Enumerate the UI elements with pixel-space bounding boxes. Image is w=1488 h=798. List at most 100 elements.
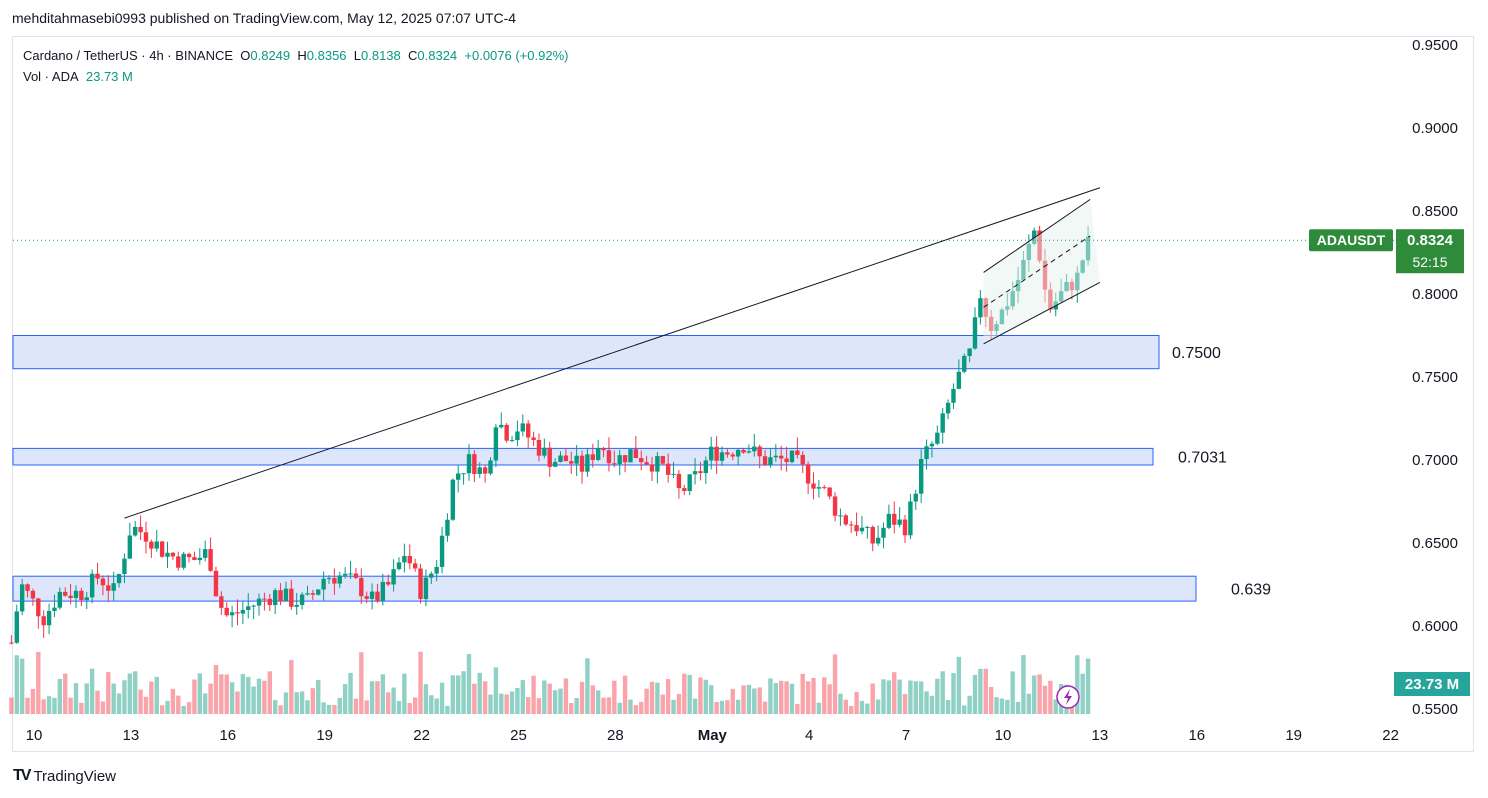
- candle-body: [353, 573, 359, 578]
- volume-bar: [854, 691, 859, 714]
- x-tick-label: 22: [413, 727, 430, 744]
- candle-body: [165, 552, 170, 557]
- volume-bar: [762, 701, 768, 714]
- volume-bar: [822, 677, 827, 714]
- volume-bar: [703, 679, 709, 714]
- volume-bar: [299, 691, 305, 714]
- volume-bar: [240, 673, 246, 714]
- candle-body: [197, 557, 203, 561]
- candle-body: [531, 437, 536, 440]
- volume-bar: [396, 701, 402, 714]
- volume-bar: [472, 683, 477, 714]
- volume-bar: [375, 681, 380, 714]
- candle-body: [208, 549, 213, 571]
- candle-body: [633, 449, 639, 459]
- high-value: 0.8356: [306, 48, 347, 63]
- volume-bar: [795, 703, 800, 714]
- x-tick-label: 28: [607, 727, 624, 744]
- symbol-label[interactable]: Cardano / TetherUS · 4h · BINANCE: [23, 48, 233, 63]
- candle-body: [25, 584, 30, 591]
- candle-body: [305, 593, 310, 595]
- volume-bar: [305, 700, 310, 714]
- volume-bar: [617, 702, 622, 714]
- y-tick-label: 0.6000: [1412, 618, 1458, 635]
- y-tick-label: 0.6500: [1412, 535, 1458, 552]
- candle-body: [789, 450, 795, 463]
- candle-body: [461, 473, 466, 475]
- candle-body: [235, 612, 240, 614]
- candle-body: [671, 473, 676, 475]
- volume-bar: [332, 704, 337, 714]
- volume-bar: [848, 705, 854, 714]
- x-tick-label: 13: [123, 727, 140, 744]
- candle-body: [46, 611, 52, 626]
- candle-body: [316, 589, 321, 595]
- volume-bar: [639, 701, 644, 714]
- candle-body: [380, 581, 386, 602]
- candle-body: [676, 473, 682, 489]
- candle-body: [127, 535, 133, 559]
- price-chart[interactable]: 0.7500 0.7031 0.639 0.9500 0.9000 0.8500 0.80…: [0, 0, 1488, 798]
- candle-body: [111, 583, 116, 591]
- volume-bar: [423, 684, 429, 714]
- candle-body: [181, 553, 186, 568]
- candle-body: [364, 596, 369, 599]
- volume-label[interactable]: Vol · ADA: [23, 69, 79, 84]
- x-tick-label: 19: [316, 727, 333, 744]
- candle-body: [827, 487, 832, 497]
- candle-body: [456, 473, 461, 480]
- footer-branding[interactable]: TV TradingView: [13, 767, 116, 785]
- volume-bar: [924, 691, 929, 714]
- volume-bar: [170, 688, 176, 714]
- volume-bar: [843, 699, 849, 714]
- volume-bar: [224, 674, 229, 714]
- candle-body: [735, 449, 741, 457]
- volume-bar: [606, 697, 612, 714]
- volume-bar: [461, 671, 466, 714]
- candle-body: [752, 446, 757, 452]
- candle-body: [703, 460, 709, 474]
- candle-body: [822, 487, 827, 489]
- volume-bar: [579, 681, 585, 714]
- candle-body: [574, 455, 579, 464]
- candle-body: [149, 541, 154, 549]
- volume-bar: [875, 699, 881, 714]
- countdown-text: 52:15: [1412, 254, 1447, 270]
- volume-bar: [951, 672, 956, 714]
- candle-body: [875, 537, 881, 544]
- volume-bar: [192, 679, 197, 714]
- volume-bar: [929, 695, 935, 714]
- volume-bar: [14, 655, 19, 714]
- volume-bar: [881, 679, 886, 714]
- candle-body: [762, 456, 768, 466]
- legend-volume-row: Vol · ADA 23.73 M: [23, 66, 568, 87]
- candle-body: [595, 448, 601, 460]
- candle-body: [730, 454, 735, 457]
- candle-body: [418, 568, 423, 599]
- candle-body: [800, 454, 805, 465]
- volume-bar: [665, 679, 671, 714]
- candle-body: [477, 467, 482, 475]
- volume-bar: [1005, 699, 1010, 714]
- volume-bar: [531, 675, 536, 714]
- volume-bar: [127, 673, 133, 714]
- volume-bar: [412, 697, 418, 714]
- volume-bar: [482, 681, 488, 714]
- y-tick-label: 0.8500: [1412, 203, 1458, 220]
- candle-body: [213, 570, 219, 597]
- candle-body: [886, 513, 892, 528]
- volume-bar: [477, 672, 482, 714]
- candle-body: [332, 578, 337, 584]
- y-tick-label: 0.5500: [1412, 701, 1458, 718]
- volume-bar: [859, 700, 865, 714]
- candle-body: [504, 424, 509, 441]
- volume-bar: [725, 700, 730, 714]
- candle-body: [337, 575, 342, 584]
- volume-bar: [816, 702, 822, 714]
- volume-bar: [353, 698, 359, 714]
- volume-bar: [1085, 658, 1091, 714]
- volume-bar: [326, 704, 332, 714]
- candle-body: [972, 317, 978, 349]
- candle-body: [719, 452, 725, 461]
- candle-body: [73, 590, 79, 599]
